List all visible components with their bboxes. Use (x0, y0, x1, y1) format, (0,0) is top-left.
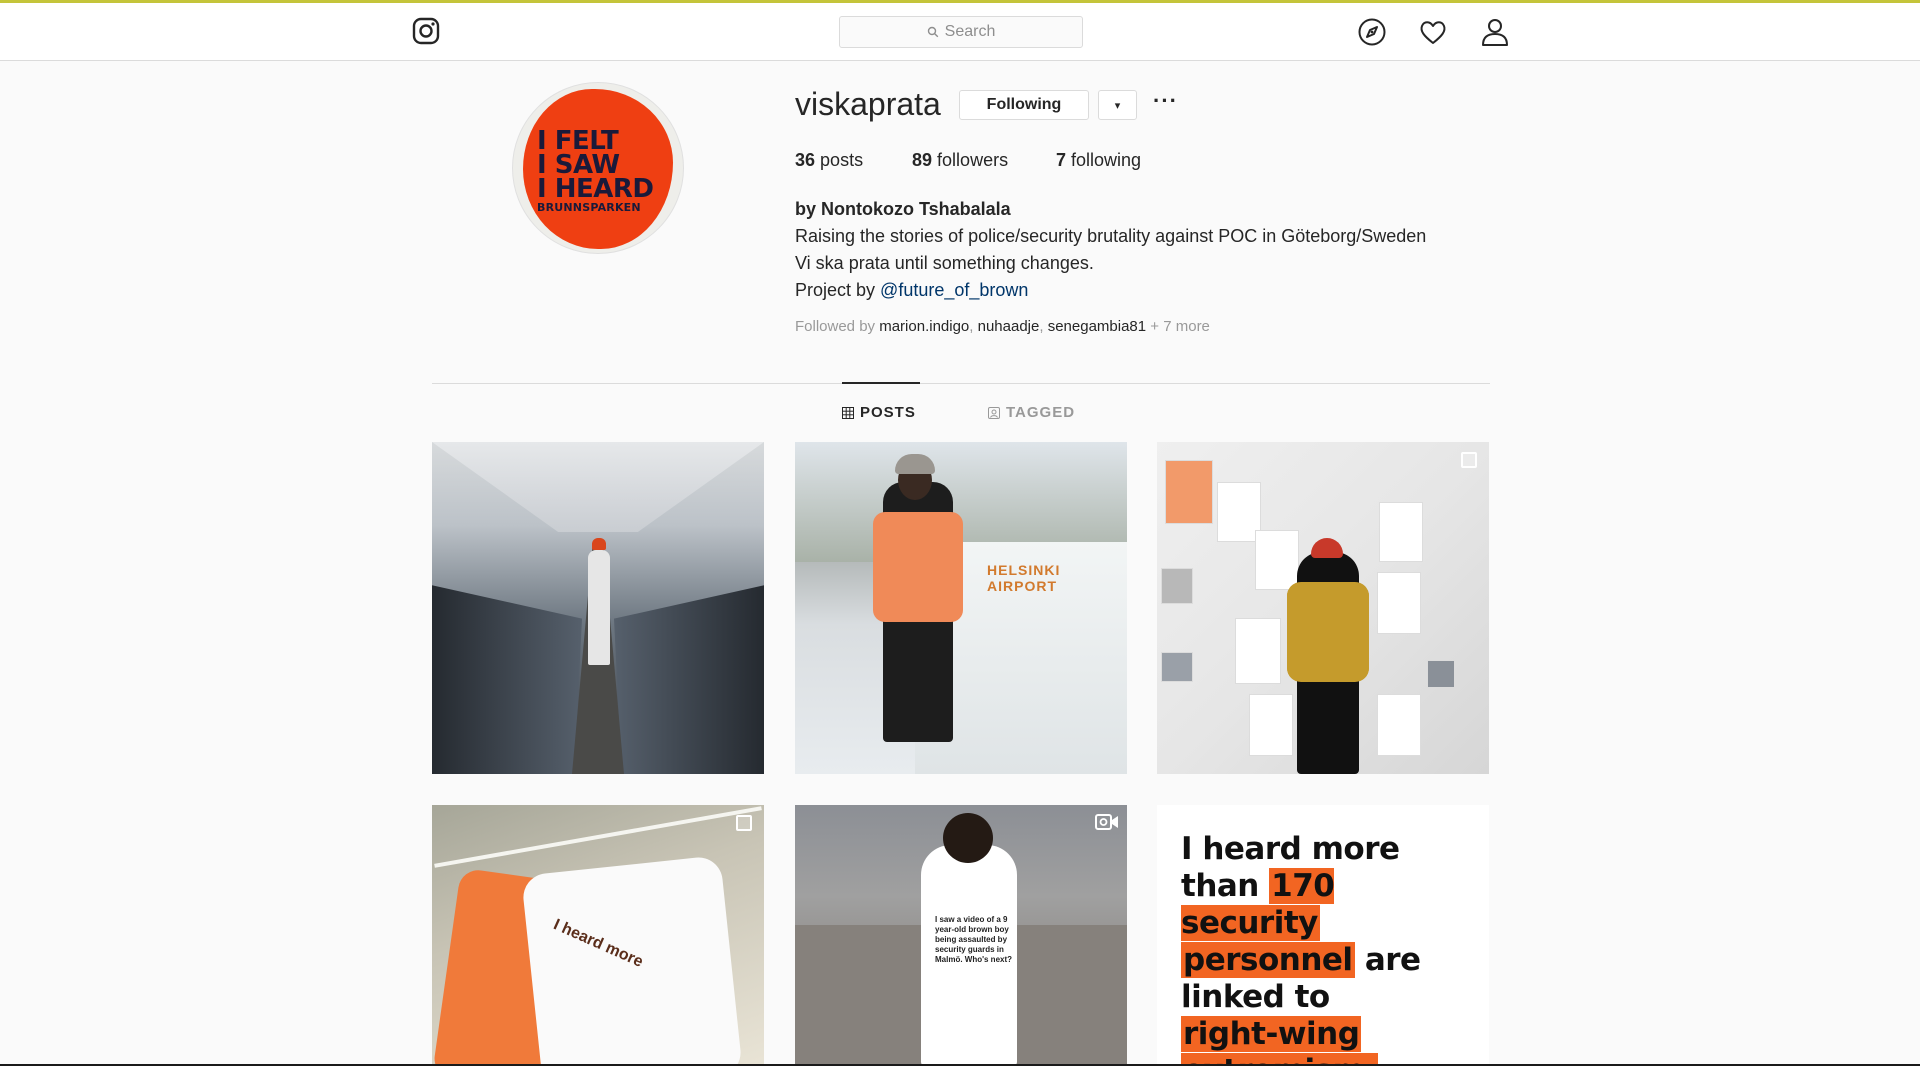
multiple-images-icon (736, 815, 752, 831)
grid-icon (842, 406, 854, 419)
posts-count-label: posts (820, 150, 864, 170)
tab-tagged-label: TAGGED (1006, 404, 1076, 421)
user-icon[interactable] (1480, 17, 1510, 47)
following-button[interactable]: Following (959, 90, 1089, 120)
person-shirt (873, 512, 963, 622)
posts-count-value: 36 (795, 150, 816, 170)
post-thumbnail-airplane[interactable] (432, 442, 764, 774)
gallery-shirt (1377, 572, 1421, 634)
followers-count-value: 89 (912, 150, 933, 170)
profile-username: viskaprata (795, 86, 941, 122)
gallery-shirt (1235, 618, 1281, 684)
posts-count: 36 posts (795, 150, 863, 171)
quote-fragment: than (1181, 868, 1270, 904)
gallery-photo (1161, 568, 1193, 604)
post-thumbnail-airport[interactable]: HELSINKI AIRPORT (795, 442, 1127, 774)
bio-project-prefix: Project by (795, 280, 881, 300)
bio-full-name: by Nontokozo Tshabalala (795, 199, 1011, 219)
video-camera-icon (1095, 814, 1118, 830)
post-thumbnail-gallery[interactable] (1157, 442, 1489, 774)
followed-by-user-link[interactable]: nuhaadje (978, 318, 1040, 335)
person-hat (1311, 538, 1343, 558)
followed-by-prefix: Followed by (795, 318, 880, 335)
more-options-icon[interactable]: ··· (1153, 88, 1178, 114)
top-navigation-bar: Search (0, 0, 1920, 61)
quote-highlight: personnel (1181, 942, 1355, 978)
tab-posts-label: POSTS (860, 404, 916, 421)
bio-line-2: Vi ska prata until something changes. (795, 253, 1094, 273)
clothes-rack (434, 806, 762, 868)
tab-posts[interactable]: POSTS (842, 404, 916, 421)
person-shirt (1287, 582, 1369, 682)
quote-line: than 170 security (1181, 868, 1481, 942)
profile-bio: by Nontokozo Tshabalala Raising the stor… (795, 196, 1515, 304)
search-placeholder: Search (944, 23, 996, 40)
quote-line: I heard more (1181, 831, 1400, 867)
avatar-line-3: I HEARD (537, 174, 654, 204)
gallery-photo (1427, 660, 1455, 688)
quote-line: linked to (1181, 979, 1330, 1015)
bio-line-3: Project by @future_of_brown (795, 277, 1515, 304)
gallery-shirt (1255, 530, 1299, 590)
suggestions-dropdown-button[interactable]: ▾ (1098, 90, 1137, 120)
followed-by-user-link[interactable]: senegambia81 (1048, 318, 1146, 335)
tabs-divider (432, 383, 1490, 384)
quote-line: personnel are (1181, 942, 1481, 979)
following-count-value: 7 (1056, 150, 1067, 170)
gallery-shirt (1165, 460, 1213, 524)
followed-by-separator: , (969, 318, 978, 335)
followers-link[interactable]: 89 followers (912, 150, 1008, 171)
bio-mention-link[interactable]: @future_of_brown (880, 280, 1028, 300)
post-thumbnail-street[interactable]: I saw a video of a 9 year-old brown boy … (795, 805, 1127, 1066)
gallery-shirt (1377, 694, 1421, 756)
following-count-label: following (1071, 150, 1142, 170)
quote-highlight: right-wing (1181, 1016, 1362, 1052)
tab-tagged[interactable]: TAGGED (988, 404, 1075, 421)
instagram-camera-icon[interactable] (412, 17, 440, 45)
heart-icon[interactable] (1418, 17, 1448, 47)
active-tab-indicator (842, 382, 920, 384)
post-thumbnail-text-quote[interactable]: I heard more than 170 security personnel… (1157, 805, 1489, 1066)
quote-fragment: are (1354, 942, 1421, 978)
followers-count-label: followers (937, 150, 1009, 170)
search-icon (927, 26, 938, 38)
chevron-down-icon: ▾ (1114, 99, 1121, 112)
following-link[interactable]: 7 following (1056, 150, 1141, 171)
airplane-seats-right (614, 585, 764, 774)
airplane-ceiling (432, 442, 764, 532)
tagged-icon (988, 406, 1000, 419)
followed-by-more-link[interactable]: + 7 more (1146, 318, 1210, 335)
shirt-print-text: I saw a video of a 9 year-old brown boy … (935, 915, 1013, 964)
avatar-text: I FELT I SAW I HEARD BRUNNSPARKEN (537, 128, 667, 215)
post-thumbnail-hangers[interactable]: I heard more (432, 805, 764, 1066)
person-hat (895, 454, 935, 474)
compass-icon[interactable] (1357, 17, 1387, 47)
airport-sign-text: HELSINKI AIRPORT (987, 562, 1061, 594)
multiple-images-icon (1461, 452, 1477, 468)
gallery-shirt (1379, 502, 1423, 562)
person-figure (588, 550, 610, 665)
airplane-seats-left (432, 585, 582, 774)
bio-line-1: Raising the stories of police/security b… (795, 226, 1427, 246)
profile-avatar: I FELT I SAW I HEARD BRUNNSPARKEN (512, 82, 684, 254)
search-input[interactable]: Search (839, 16, 1083, 48)
quote-line: right-wing (1181, 1016, 1481, 1053)
followed-by-user-link[interactable]: marion.indigo (879, 318, 969, 335)
person-hat (592, 538, 606, 550)
followed-by-separator: , (1039, 318, 1048, 335)
person-head (943, 813, 993, 863)
quote-text: I heard more than 170 security personnel… (1181, 831, 1481, 1066)
followed-by: Followed by marion.indigo, nuhaadje, sen… (795, 318, 1210, 335)
gallery-shirt (1249, 694, 1293, 756)
gallery-photo (1161, 652, 1193, 682)
